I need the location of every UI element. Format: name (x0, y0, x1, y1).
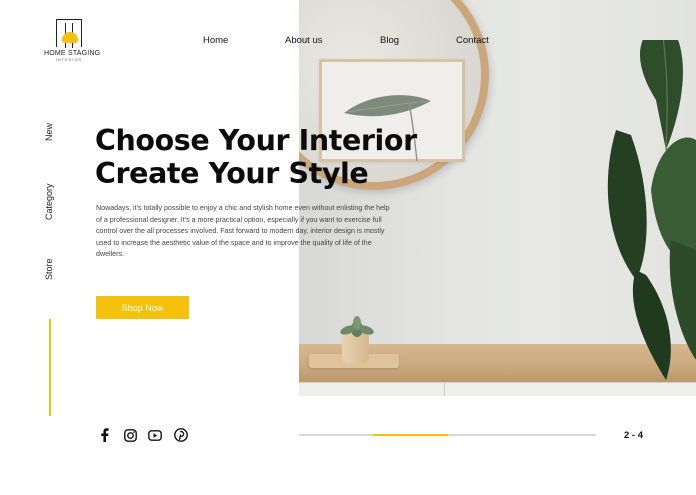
side-nav-store[interactable]: Store (44, 258, 54, 280)
slider-progress-track[interactable] (299, 434, 596, 436)
facebook-icon[interactable] (97, 428, 111, 442)
side-nav-new[interactable]: New (44, 123, 54, 141)
headline-line-2: Create Your Style (95, 157, 369, 190)
youtube-icon[interactable] (148, 428, 162, 442)
succulent-plant (340, 316, 374, 337)
cabinet-divider (444, 382, 445, 396)
headline-line-1: Choose Your Interior (95, 124, 417, 157)
side-accent-bar (49, 319, 51, 416)
banana-plant (607, 40, 696, 380)
slider-progress-fill (373, 434, 448, 436)
plant-pot (342, 333, 369, 363)
brand-title: HOME STAGING (44, 50, 101, 57)
brand-logo[interactable]: HOME STAGING INTERIOR (44, 19, 101, 62)
side-nav-category[interactable]: Category (44, 183, 54, 220)
brand-subtitle: INTERIOR (55, 58, 83, 62)
hero-description: Nowadays, it's totally possible to enjoy… (96, 204, 390, 259)
shop-now-button[interactable]: Shop Now (96, 296, 189, 319)
slide-pager: 2 - 4 (624, 430, 644, 441)
pinterest-icon[interactable] (174, 428, 188, 442)
logo-door-icon (56, 19, 82, 48)
nav-about-us[interactable]: About us (285, 35, 323, 46)
hero-photo (299, 0, 696, 396)
nav-home[interactable]: Home (203, 35, 228, 46)
hero-headline: Choose Your Interior Create Your Style (95, 124, 425, 190)
nav-blog[interactable]: Blog (380, 35, 399, 46)
nav-contact[interactable]: Contact (456, 35, 489, 46)
instagram-icon[interactable] (123, 428, 137, 442)
